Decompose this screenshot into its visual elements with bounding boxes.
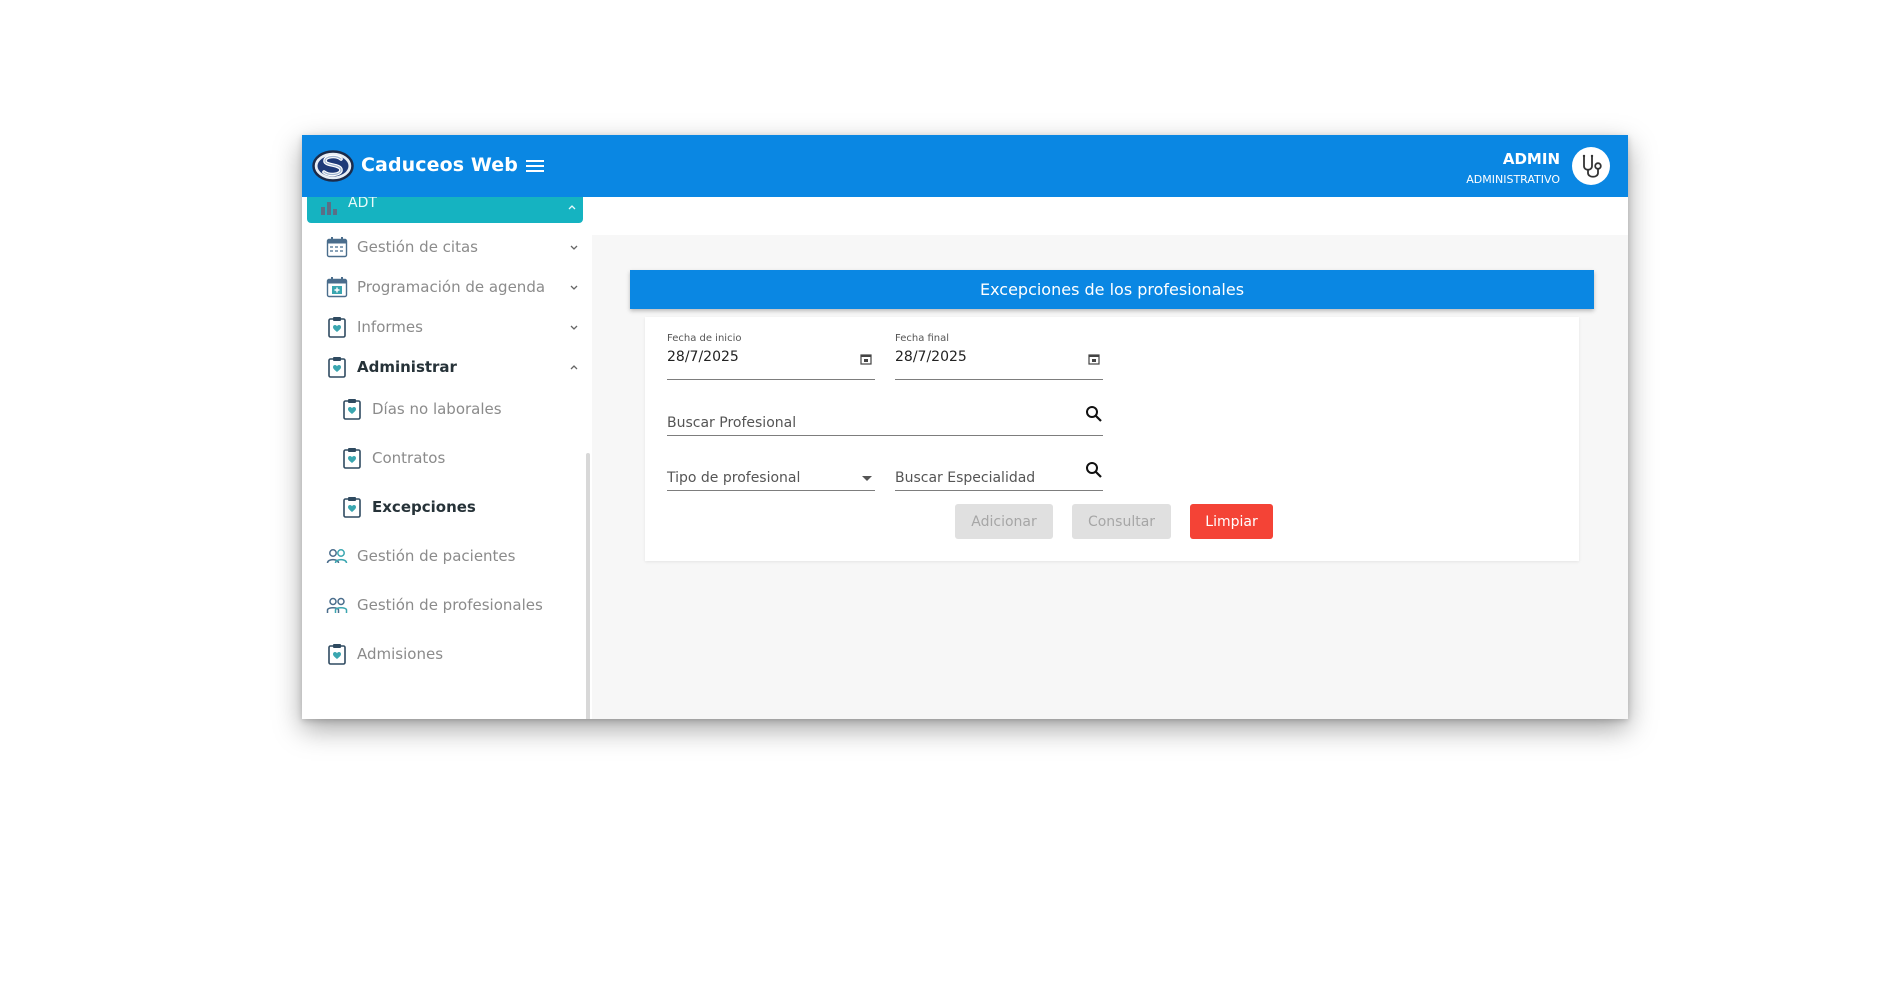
sidebar-item-programacion-agenda[interactable]: Programación de agenda <box>302 267 587 307</box>
add-button[interactable]: Adicionar <box>955 504 1053 539</box>
sidebar-item-label: Excepciones <box>372 498 476 516</box>
sidebar-item-informes[interactable]: Informes <box>302 307 587 347</box>
filter-card: Fecha de inicio 28/7/2025 Fecha final 28… <box>645 317 1579 561</box>
sidebar-item-label: Contratos <box>372 449 446 467</box>
sidebar-item-gestion-profesionales[interactable]: Gestión de profesionales <box>302 585 587 625</box>
end-date-field[interactable]: Fecha final 28/7/2025 <box>895 333 1103 380</box>
sidebar-item-label: Días no laborales <box>372 400 502 418</box>
sidebar-item-label: Programación de agenda <box>357 278 546 296</box>
chevron-up-icon <box>568 205 576 210</box>
avatar[interactable] <box>1572 147 1610 185</box>
calendar-icon[interactable] <box>1088 353 1100 365</box>
page-title: Excepciones de los profesionales <box>630 270 1594 309</box>
clipboard-icon <box>328 317 346 338</box>
professional-type-placeholder: Tipo de profesional <box>667 470 801 486</box>
search-icon[interactable] <box>1085 461 1103 479</box>
clipboard-icon <box>328 357 346 378</box>
top-bar: Caduceos Web ADMIN ADMINISTRATIVO <box>302 135 1628 197</box>
clipboard-icon <box>343 448 361 469</box>
chevron-up-icon <box>570 365 578 370</box>
clear-button[interactable]: Limpiar <box>1190 504 1273 539</box>
start-date-label: Fecha de inicio <box>667 333 742 344</box>
user-name[interactable]: ADMIN <box>1503 150 1560 168</box>
stethoscope-icon <box>1582 154 1602 178</box>
sidebar-item-label: Gestión de citas <box>357 238 478 256</box>
professional-type-select[interactable]: Tipo de profesional <box>667 457 875 491</box>
user-role: ADMINISTRATIVO <box>1466 173 1560 186</box>
sidebar-group-adt[interactable]: ADT <box>307 197 583 223</box>
search-specialty-placeholder: Buscar Especialidad <box>895 470 1036 486</box>
sidebar-item-admisiones[interactable]: Admisiones <box>302 634 587 674</box>
calendar-icon[interactable] <box>860 353 872 365</box>
brand-title: Caduceos Web <box>361 154 518 176</box>
sidebar-group-adt-label: ADT <box>348 197 377 211</box>
sidebar-item-label: Administrar <box>357 358 457 376</box>
clipboard-icon <box>328 644 346 665</box>
search-professional-placeholder: Buscar Profesional <box>667 415 797 431</box>
calendar-add-icon <box>326 277 348 298</box>
hamburger-menu-icon[interactable] <box>523 154 547 178</box>
search-icon[interactable] <box>1085 405 1103 423</box>
app-window: Caduceos Web ADMIN ADMINISTRATIVO ADT Ge… <box>302 135 1628 719</box>
end-date-label: Fecha final <box>895 333 950 344</box>
sidebar: ADT Gestión de citas Programación de age… <box>302 197 592 719</box>
sidebar-item-gestion-citas[interactable]: Gestión de citas <box>302 227 587 267</box>
sidebar-item-label: Informes <box>357 318 423 336</box>
sidebar-subitem-contratos[interactable]: Contratos <box>302 438 587 478</box>
sidebar-item-label: Gestión de profesionales <box>357 596 543 614</box>
start-date-field[interactable]: Fecha de inicio 28/7/2025 <box>667 333 875 380</box>
sidebar-item-administrar[interactable]: Administrar <box>302 347 587 387</box>
content-top-strip <box>592 197 1628 235</box>
dropdown-arrow-icon[interactable] <box>861 475 873 483</box>
chevron-down-icon <box>570 245 578 250</box>
search-specialty-field[interactable]: Buscar Especialidad <box>895 457 1103 491</box>
chevron-down-icon <box>570 325 578 330</box>
sidebar-subitem-dias-no-laborales[interactable]: Días no laborales <box>302 389 587 429</box>
chart-bar-icon <box>321 202 337 215</box>
professionals-icon <box>326 597 348 613</box>
end-date-value: 28/7/2025 <box>895 349 967 365</box>
calendar-icon <box>326 237 348 258</box>
patients-icon <box>326 549 348 564</box>
query-button[interactable]: Consultar <box>1072 504 1171 539</box>
sidebar-item-gestion-pacientes[interactable]: Gestión de pacientes <box>302 536 587 576</box>
sidebar-scrollbar[interactable] <box>586 453 590 719</box>
sidebar-item-label: Admisiones <box>357 645 444 663</box>
start-date-value: 28/7/2025 <box>667 349 739 365</box>
sidebar-item-label: Gestión de pacientes <box>357 547 516 565</box>
chevron-down-icon <box>570 285 578 290</box>
main-content: Excepciones de los profesionales Fecha d… <box>592 197 1628 719</box>
clipboard-icon <box>343 399 361 420</box>
clipboard-icon <box>343 497 361 518</box>
search-professional-field[interactable]: Buscar Profesional <box>667 401 1103 436</box>
sidebar-subitem-excepciones[interactable]: Excepciones <box>302 487 587 527</box>
caduceos-logo-icon <box>312 150 354 182</box>
